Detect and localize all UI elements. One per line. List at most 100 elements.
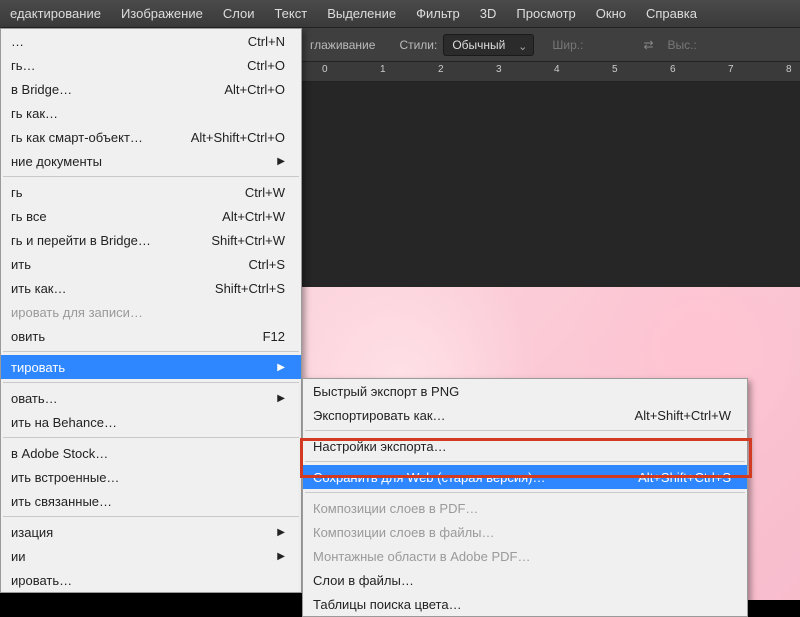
menu-item-shortcut: Ctrl+O [247, 58, 285, 73]
menu-item-label: ировать… [11, 573, 72, 588]
file-menu-item[interactable]: гь и перейти в Bridge…Shift+Ctrl+W [1, 228, 301, 252]
menubar-item[interactable]: Слои [213, 0, 265, 28]
menu-item-label: гь все [11, 209, 47, 224]
file-menu-item[interactable]: гь как смарт-объект…Alt+Shift+Ctrl+O [1, 125, 301, 149]
menu-item-label: изация [11, 525, 53, 540]
file-menu-item[interactable]: ние документы ▶ [1, 149, 301, 173]
menu-item-label: овить [11, 329, 45, 344]
ruler-tick: 0 [322, 64, 328, 75]
menu-item-shortcut: Alt+Ctrl+W [222, 209, 285, 224]
export-submenu-panel: Быстрый экспорт в PNG Экспортировать как…… [302, 378, 748, 617]
file-menu-item: ировать для записи… [1, 300, 301, 324]
menubar-item[interactable]: Выделение [317, 0, 406, 28]
menu-item-shortcut: Alt+Shift+Ctrl+O [191, 130, 285, 145]
file-menu-item[interactable]: итьCtrl+S [1, 252, 301, 276]
file-menu-item[interactable]: ить связанные… [1, 489, 301, 513]
file-menu-item[interactable]: в Bridge…Alt+Ctrl+O [1, 77, 301, 101]
ruler-tick: 3 [496, 64, 502, 75]
menu-item-label: Композиции слоев в файлы… [313, 525, 495, 540]
ruler-tick: 5 [612, 64, 618, 75]
menu-item-label: Сохранить для Web (старая версия)… [313, 470, 545, 485]
file-menu-item[interactable]: гь как… [1, 101, 301, 125]
ruler-horizontal: 012345678 [302, 62, 800, 82]
export-submenu-item[interactable]: Сохранить для Web (старая версия)… Alt+Sh… [303, 465, 747, 489]
ruler-tick: 6 [670, 64, 676, 75]
file-menu-item[interactable]: в Adobe Stock… [1, 441, 301, 465]
file-menu-item[interactable]: гь… Ctrl+O [1, 53, 301, 77]
export-submenu-item: Композиции слоев в файлы… [303, 520, 747, 544]
menu-item-label: ить связанные… [11, 494, 112, 509]
menubar-item[interactable]: Текст [264, 0, 317, 28]
menu-item-label: Настройки экспорта… [313, 439, 447, 454]
file-menu-item[interactable]: гьCtrl+W [1, 180, 301, 204]
file-menu-item[interactable]: ить на Behance… [1, 410, 301, 434]
export-submenu-item[interactable]: Экспортировать как…Alt+Shift+Ctrl+W [303, 403, 747, 427]
ruler-tick: 1 [380, 64, 386, 75]
ruler-tick: 8 [786, 64, 792, 75]
menubar-item[interactable]: Фильтр [406, 0, 470, 28]
menu-item-label: ии [11, 549, 26, 564]
menubar-item[interactable]: едактирование [0, 0, 111, 28]
ruler-tick: 4 [554, 64, 560, 75]
export-submenu-separator [305, 430, 745, 431]
menu-item-label: … [11, 34, 24, 49]
menu-item-label: овать… [11, 391, 58, 406]
file-menu-item[interactable]: ить как…Shift+Ctrl+S [1, 276, 301, 300]
menu-item-shortcut: Shift+Ctrl+S [215, 281, 285, 296]
export-submenu-item: Композиции слоев в PDF… [303, 496, 747, 520]
submenu-arrow-icon: ▶ [277, 156, 285, 167]
styles-select[interactable]: Обычный ⌄ [443, 34, 534, 56]
file-menu-item[interactable]: … Ctrl+N [1, 29, 301, 53]
menu-item-shortcut: F12 [263, 329, 285, 344]
menubar-item[interactable]: Просмотр [506, 0, 585, 28]
menu-item-label: тировать [11, 360, 65, 375]
file-menu-separator [3, 351, 299, 352]
menu-item-shortcut: Ctrl+N [248, 34, 285, 49]
menu-item-label: Быстрый экспорт в PNG [313, 384, 459, 399]
submenu-arrow-icon: ▶ [277, 527, 285, 538]
menubar-item[interactable]: 3D [470, 0, 507, 28]
ruler-tick: 7 [728, 64, 734, 75]
menu-item-label: Экспортировать как… [313, 408, 446, 423]
menu-item-shortcut: Shift+Ctrl+W [211, 233, 285, 248]
swap-icon[interactable]: ⇄ [643, 38, 653, 52]
file-menu-item[interactable]: ии▶ [1, 544, 301, 568]
height-label: Выс.: [668, 38, 697, 52]
file-menu-item[interactable]: гь все Alt+Ctrl+W [1, 204, 301, 228]
menu-item-label: гь… [11, 58, 36, 73]
menubar-item[interactable]: Окно [586, 0, 636, 28]
export-submenu-item[interactable]: Быстрый экспорт в PNG [303, 379, 747, 403]
menu-item-label: Монтажные области в Adobe PDF… [313, 549, 530, 564]
export-submenu-item[interactable]: Настройки экспорта… [303, 434, 747, 458]
menu-item-label: гь [11, 185, 23, 200]
styles-value: Обычный [452, 38, 505, 52]
menu-item-label: ние документы [11, 154, 102, 169]
menu-item-label: гь как… [11, 106, 58, 121]
menu-item-shortcut: Alt+Shift+Ctrl+S [638, 470, 731, 485]
menu-bar: едактированиеИзображениеСлоиТекстВыделен… [0, 0, 800, 28]
file-menu-item[interactable]: ить встроенные… [1, 465, 301, 489]
menu-item-label: Композиции слоев в PDF… [313, 501, 478, 516]
file-menu-item[interactable]: овать… ▶ [1, 386, 301, 410]
file-menu-item[interactable]: овить F12 [1, 324, 301, 348]
file-menu-item[interactable]: тировать ▶ [1, 355, 301, 379]
file-menu-separator [3, 516, 299, 517]
menu-item-label: Таблицы поиска цвета… [313, 597, 462, 612]
styles-label: Стили: [399, 38, 437, 52]
submenu-arrow-icon: ▶ [277, 362, 285, 373]
menubar-item[interactable]: Справка [636, 0, 707, 28]
file-menu-panel: … Ctrl+N гь… Ctrl+O в Bridge…Alt+Ctrl+O гь ка… [0, 28, 302, 593]
export-submenu-item: Монтажные области в Adobe PDF… [303, 544, 747, 568]
export-submenu-separator [305, 461, 745, 462]
menu-item-label: ить встроенные… [11, 470, 119, 485]
menu-item-label: ировать для записи… [11, 305, 143, 320]
file-menu-item[interactable]: изация ▶ [1, 520, 301, 544]
submenu-arrow-icon: ▶ [277, 393, 285, 404]
export-submenu-item[interactable]: Таблицы поиска цвета… [303, 592, 747, 616]
width-label: Шир.: [552, 38, 583, 52]
export-submenu-item[interactable]: Слои в файлы… [303, 568, 747, 592]
file-menu-item[interactable]: ировать… [1, 568, 301, 592]
file-menu-separator [3, 382, 299, 383]
menubar-item[interactable]: Изображение [111, 0, 213, 28]
menu-item-label: ить на Behance… [11, 415, 117, 430]
